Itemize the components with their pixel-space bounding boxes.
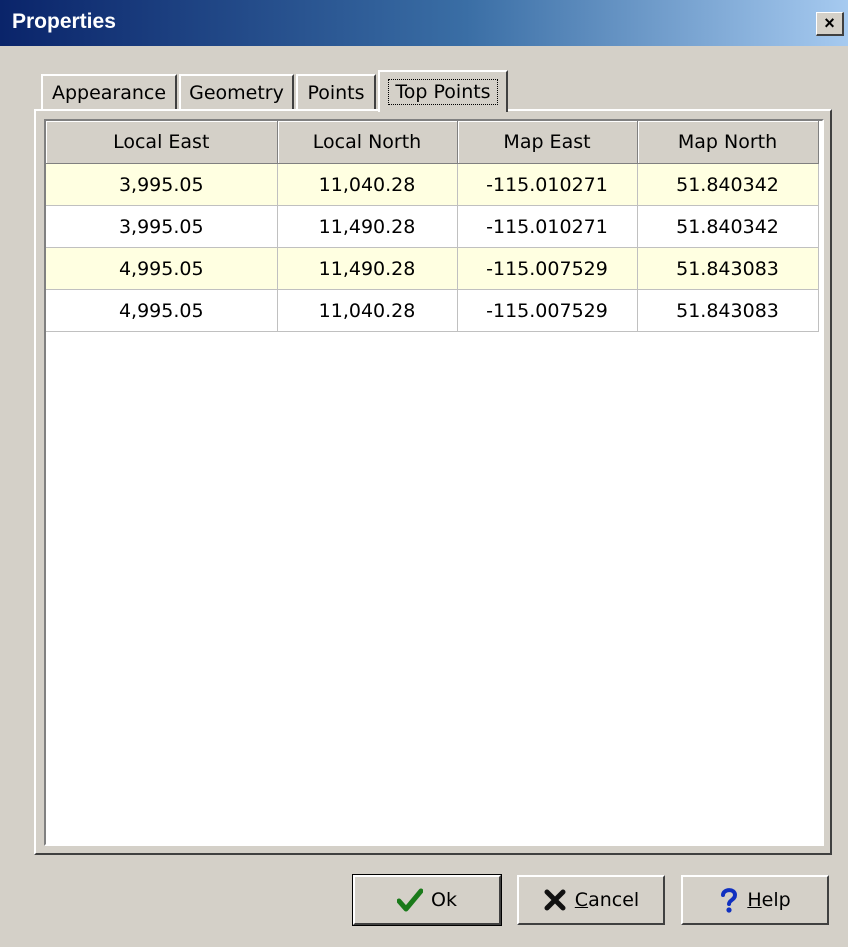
tab-top-points[interactable]: Top Points	[378, 70, 508, 112]
tab-geometry[interactable]: Geometry	[179, 74, 294, 110]
cell-map-east[interactable]: -115.010271	[457, 163, 638, 206]
question-mark-icon	[719, 887, 739, 913]
cell-local-east[interactable]: 4,995.05	[46, 247, 278, 290]
points-grid[interactable]: Local East Local North Map East Map Nort…	[44, 119, 824, 846]
cell-map-north[interactable]: 51.843083	[637, 247, 819, 290]
cell-map-east[interactable]: -115.010271	[457, 205, 638, 248]
window-title: Properties	[12, 10, 116, 33]
help-button[interactable]: Help	[681, 875, 829, 925]
cell-local-east[interactable]: 3,995.05	[46, 205, 278, 248]
cell-map-east[interactable]: -115.007529	[457, 289, 638, 332]
tab-label: Top Points	[388, 79, 498, 105]
ok-button[interactable]: Ok	[352, 874, 502, 926]
help-label: Help	[747, 889, 791, 911]
title-bar: Properties ×	[0, 0, 848, 46]
checkmark-icon	[397, 888, 424, 912]
cell-map-north[interactable]: 51.840342	[637, 163, 819, 206]
cell-map-north[interactable]: 51.840342	[637, 205, 819, 248]
column-header-local-east[interactable]: Local East	[46, 121, 278, 164]
x-mark-icon	[543, 888, 567, 912]
tab-appearance[interactable]: Appearance	[41, 74, 177, 110]
close-button[interactable]: ×	[816, 12, 844, 36]
cancel-label: Cancel	[574, 889, 640, 911]
cell-map-east[interactable]: -115.007529	[457, 247, 638, 290]
column-header-map-east[interactable]: Map East	[457, 121, 638, 164]
table-row[interactable]: 4,995.05 11,040.28 -115.007529 51.843083	[46, 289, 819, 332]
table-row[interactable]: 3,995.05 11,490.28 -115.010271 51.840342	[46, 205, 819, 248]
cell-local-east[interactable]: 3,995.05	[46, 163, 278, 206]
cell-map-north[interactable]: 51.843083	[637, 289, 819, 332]
cell-local-north[interactable]: 11,040.28	[277, 163, 458, 206]
cell-local-north[interactable]: 11,040.28	[277, 289, 458, 332]
tab-label: Geometry	[189, 82, 284, 104]
table-row[interactable]: 3,995.05 11,040.28 -115.010271 51.840342	[46, 163, 819, 206]
cell-local-north[interactable]: 11,490.28	[277, 205, 458, 248]
points-table: Local East Local North Map East Map Nort…	[46, 121, 819, 332]
cell-local-east[interactable]: 4,995.05	[46, 289, 278, 332]
column-header-local-north[interactable]: Local North	[277, 121, 458, 164]
tab-label: Appearance	[51, 82, 167, 104]
cancel-button[interactable]: Cancel	[517, 875, 665, 925]
header-row: Local East Local North Map East Map Nort…	[46, 121, 819, 164]
cell-local-north[interactable]: 11,490.28	[277, 247, 458, 290]
tab-points[interactable]: Points	[296, 74, 376, 110]
table-row[interactable]: 4,995.05 11,490.28 -115.007529 51.843083	[46, 247, 819, 290]
tab-label: Points	[307, 82, 365, 104]
ok-label: Ok	[431, 889, 457, 911]
column-header-map-north[interactable]: Map North	[637, 121, 819, 164]
